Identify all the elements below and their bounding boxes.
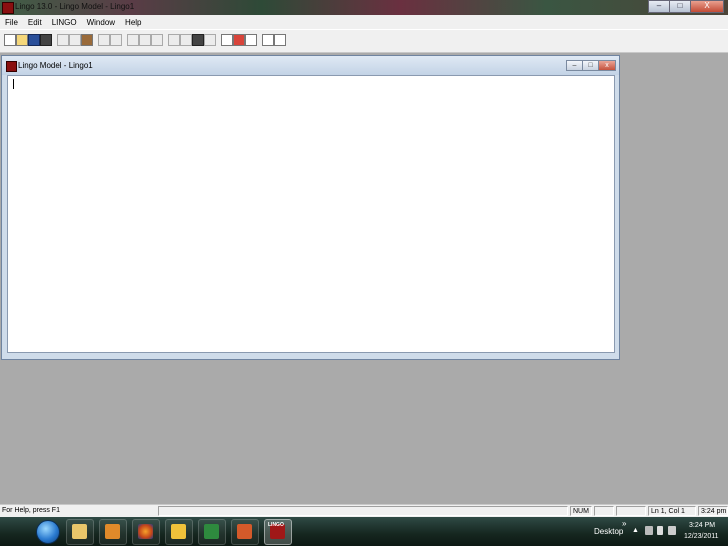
options-icon[interactable] bbox=[262, 34, 274, 46]
send-to-back-icon[interactable] bbox=[245, 34, 257, 46]
new-icon[interactable] bbox=[4, 34, 16, 46]
show-hidden-icons-icon[interactable]: ▲ bbox=[632, 527, 639, 534]
status-num-lock: NUM bbox=[570, 506, 592, 516]
maximize-button[interactable]: □ bbox=[669, 0, 691, 13]
undo-icon[interactable] bbox=[98, 34, 110, 46]
copy-icon[interactable] bbox=[69, 34, 81, 46]
network-icon[interactable] bbox=[645, 526, 653, 535]
model-editor[interactable] bbox=[7, 75, 615, 353]
minimize-button[interactable]: – bbox=[648, 0, 670, 13]
text-caret bbox=[13, 79, 14, 89]
main-title-bar[interactable]: Lingo 13.0 - Lingo Model - Lingo1 – □ X bbox=[0, 0, 728, 15]
clock-time[interactable]: 3:24 PM bbox=[689, 522, 715, 529]
help-icon[interactable] bbox=[274, 34, 286, 46]
excel-icon[interactable] bbox=[198, 519, 226, 545]
close-button[interactable]: X bbox=[690, 0, 724, 13]
powerpoint-icon[interactable] bbox=[231, 519, 259, 545]
match-paren-icon[interactable] bbox=[168, 34, 180, 46]
model-maximize-button[interactable]: □ bbox=[582, 60, 599, 71]
clock-date[interactable]: 12/23/2011 bbox=[684, 533, 719, 540]
status-cursor-position: Ln 1, Col 1 bbox=[648, 506, 696, 516]
status-pane-3 bbox=[616, 506, 646, 516]
volume-icon[interactable] bbox=[668, 526, 676, 535]
cut-icon[interactable] bbox=[57, 34, 69, 46]
window-title: Lingo 13.0 - Lingo Model - Lingo1 bbox=[15, 2, 135, 11]
menu-help[interactable]: Help bbox=[120, 18, 146, 27]
save-icon[interactable] bbox=[28, 34, 40, 46]
lingo-taskbar-label: LINGO bbox=[268, 522, 284, 528]
solution-icon[interactable] bbox=[192, 34, 204, 46]
model-close-button[interactable]: x bbox=[598, 60, 616, 71]
model-window-icon[interactable] bbox=[6, 61, 17, 72]
menu-lingo[interactable]: LINGO bbox=[47, 18, 82, 27]
stop-icon[interactable] bbox=[204, 34, 216, 46]
menu-edit[interactable]: Edit bbox=[23, 18, 47, 27]
desktop-toolbar-label[interactable]: Desktop bbox=[594, 527, 623, 536]
picasa-icon[interactable] bbox=[165, 519, 193, 545]
tile-icon[interactable] bbox=[233, 34, 245, 46]
find-icon[interactable] bbox=[127, 34, 139, 46]
status-pane-2 bbox=[594, 506, 614, 516]
firefox-icon[interactable] bbox=[132, 519, 160, 545]
toolbar-chevron-icon[interactable]: » bbox=[622, 519, 626, 528]
solve-icon[interactable] bbox=[180, 34, 192, 46]
start-button[interactable] bbox=[36, 520, 60, 544]
taskbar: LINGO Desktop » ▲ 3:24 PM 12/23/2011 bbox=[0, 517, 728, 546]
status-help-text: For Help, press F1 bbox=[2, 507, 60, 514]
goto-line-icon[interactable] bbox=[151, 34, 163, 46]
model-window-controls: – □ x bbox=[566, 60, 616, 71]
menu-bar: File Edit LINGO Window Help bbox=[0, 15, 728, 29]
menu-window[interactable]: Window bbox=[82, 18, 120, 27]
print-icon[interactable] bbox=[40, 34, 52, 46]
close-all-icon[interactable] bbox=[221, 34, 233, 46]
windows-explorer-icon[interactable] bbox=[66, 519, 94, 545]
model-minimize-button[interactable]: – bbox=[566, 60, 583, 71]
media-player-icon[interactable] bbox=[99, 519, 127, 545]
toolbar bbox=[0, 29, 728, 53]
status-time: 3:24 pm bbox=[698, 506, 728, 516]
menu-file[interactable]: File bbox=[0, 18, 23, 27]
paste-icon[interactable] bbox=[81, 34, 93, 46]
open-icon[interactable] bbox=[16, 34, 28, 46]
model-window: Lingo Model - Lingo1 – □ x bbox=[1, 55, 620, 360]
lingo-app-icon[interactable] bbox=[2, 2, 14, 14]
find-next-icon[interactable] bbox=[139, 34, 151, 46]
window-controls: – □ X bbox=[648, 0, 724, 13]
status-bar: For Help, press F1 NUM Ln 1, Col 1 3:24 … bbox=[0, 504, 728, 518]
status-message-pane bbox=[158, 506, 568, 516]
redo-icon[interactable] bbox=[110, 34, 122, 46]
model-window-title: Lingo Model - Lingo1 bbox=[18, 61, 93, 70]
flag-icon[interactable] bbox=[657, 526, 663, 535]
lingo-icon[interactable]: LINGO bbox=[264, 519, 292, 545]
model-window-title-bar[interactable]: Lingo Model - Lingo1 – □ x bbox=[2, 56, 619, 75]
